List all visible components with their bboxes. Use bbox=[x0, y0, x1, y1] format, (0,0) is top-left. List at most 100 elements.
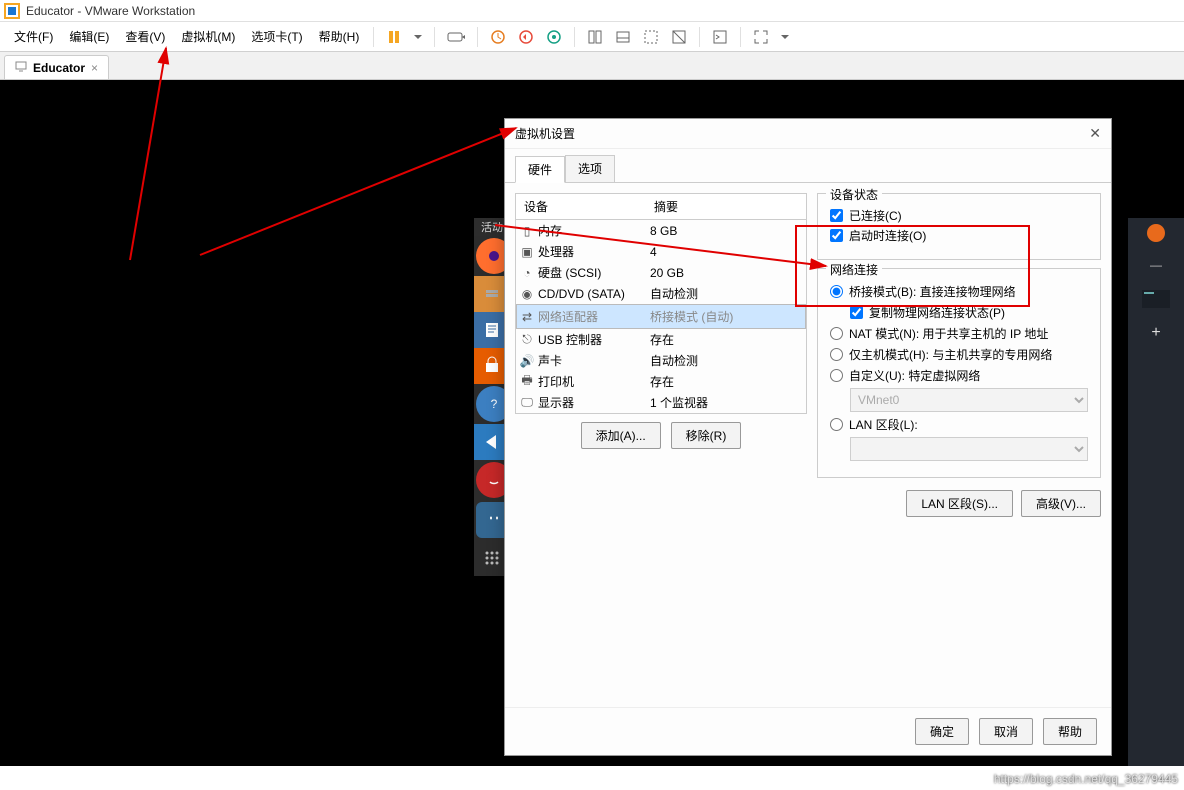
col-device: 设备 bbox=[516, 194, 646, 219]
device-name: 处理器 bbox=[538, 243, 574, 260]
connected-checkbox[interactable]: 已连接(C) bbox=[830, 207, 1088, 224]
dialog-title: 虚拟机设置 bbox=[515, 125, 575, 142]
lan-segments-button[interactable]: LAN 区段(S)... bbox=[906, 490, 1013, 517]
lan-segment-radio[interactable]: LAN 区段(L): bbox=[830, 416, 1088, 433]
bridged-radio[interactable]: 桥接模式(B): 直接连接物理网络 bbox=[830, 283, 1088, 300]
stretch-icon[interactable] bbox=[665, 25, 693, 49]
menu-help[interactable]: 帮助(H) bbox=[311, 24, 368, 49]
hardware-list-header: 设备 摘要 bbox=[516, 194, 806, 220]
help-button[interactable]: 帮助 bbox=[1043, 718, 1097, 745]
device-summary: 存在 bbox=[650, 373, 802, 390]
menu-view[interactable]: 查看(V) bbox=[117, 24, 173, 49]
device-icon: ▯ bbox=[520, 224, 534, 238]
vmware-icon bbox=[4, 3, 20, 19]
hardware-row[interactable]: ◉ CD/DVD (SATA) 自动检测 bbox=[516, 283, 806, 304]
hardware-row[interactable]: 🔊 声卡 自动检测 bbox=[516, 350, 806, 371]
tab-close-icon[interactable]: × bbox=[91, 61, 98, 75]
device-state-group: 设备状态 已连接(C) 启动时连接(O) bbox=[817, 193, 1101, 260]
separator bbox=[574, 27, 575, 47]
hardware-row[interactable]: ◔ 硬盘 (SCSI) 20 GB bbox=[516, 262, 806, 283]
tab-hardware[interactable]: 硬件 bbox=[515, 156, 565, 183]
remove-button[interactable]: 移除(R) bbox=[671, 422, 742, 449]
view-single-icon[interactable] bbox=[581, 25, 609, 49]
device-icon: ⎋ bbox=[520, 333, 534, 347]
replicate-checkbox[interactable]: 复制物理网络连接状态(P) bbox=[850, 304, 1088, 321]
view-thumbnail-icon[interactable] bbox=[609, 25, 637, 49]
hardware-buttons: 添加(A)... 移除(R) bbox=[515, 414, 807, 457]
cancel-button[interactable]: 取消 bbox=[979, 718, 1033, 745]
separator bbox=[699, 27, 700, 47]
tab-options[interactable]: 选项 bbox=[565, 155, 615, 182]
device-icon: ◔ bbox=[520, 266, 534, 280]
dialog-tabs: 硬件 选项 bbox=[505, 149, 1111, 183]
guest-right-panel: — + bbox=[1128, 218, 1184, 766]
device-icon: ⇄ bbox=[520, 310, 534, 324]
hostonly-radio[interactable]: 仅主机模式(H): 与主机共享的专用网络 bbox=[830, 346, 1088, 363]
close-icon[interactable]: ✕ bbox=[1089, 125, 1101, 142]
add-tab-icon[interactable]: + bbox=[1136, 322, 1176, 344]
custom-radio[interactable]: 自定义(U): 特定虚拟网络 bbox=[830, 367, 1088, 384]
tab-educator[interactable]: Educator × bbox=[4, 55, 109, 79]
network-legend: 网络连接 bbox=[826, 261, 882, 278]
fullscreen-icon[interactable] bbox=[747, 25, 775, 49]
tab-vm-icon bbox=[15, 60, 27, 75]
fit-icon[interactable] bbox=[637, 25, 665, 49]
separator bbox=[477, 27, 478, 47]
device-summary: 存在 bbox=[650, 331, 802, 348]
device-icon: ◉ bbox=[520, 287, 534, 301]
device-name: 打印机 bbox=[538, 373, 574, 390]
ok-button[interactable]: 确定 bbox=[915, 718, 969, 745]
menu-vm[interactable]: 虚拟机(M) bbox=[173, 24, 243, 49]
device-name: USB 控制器 bbox=[538, 331, 602, 348]
connect-at-poweron-checkbox[interactable]: 启动时连接(O) bbox=[830, 227, 1088, 244]
device-icon: 🖵 bbox=[520, 396, 534, 410]
vm-settings-dialog: 虚拟机设置 ✕ 硬件 选项 设备 摘要 ▯内存8 GB ▣ 处理器 4 ◔ 硬盘 (SCS… bbox=[504, 118, 1112, 756]
device-summary: 4 bbox=[650, 245, 802, 259]
svg-text:?: ? bbox=[491, 397, 498, 411]
terminal-thumb-icon[interactable] bbox=[1136, 288, 1176, 310]
dialog-titlebar: 虚拟机设置 ✕ bbox=[505, 119, 1111, 149]
network-connection-group: 网络连接 桥接模式(B): 直接连接物理网络 复制物理网络连接状态(P) NAT… bbox=[817, 268, 1101, 478]
manage-snapshots-icon[interactable] bbox=[540, 25, 568, 49]
guest-close-icon[interactable] bbox=[1147, 224, 1165, 242]
menu-file[interactable]: 文件(F) bbox=[6, 24, 61, 49]
device-summary: 自动检测 bbox=[650, 285, 802, 302]
custom-network-select: VMnet0 bbox=[850, 388, 1088, 412]
nat-radio[interactable]: NAT 模式(N): 用于共享主机的 IP 地址 bbox=[830, 325, 1088, 342]
device-name: 声卡 bbox=[538, 352, 562, 369]
menu-tabs[interactable]: 选项卡(T) bbox=[243, 24, 310, 49]
tab-label: Educator bbox=[33, 61, 85, 75]
hardware-row[interactable]: 🖵 显示器 1 个监视器 bbox=[516, 392, 806, 413]
device-icon: 🖶 bbox=[520, 375, 534, 389]
device-summary: 20 GB bbox=[650, 266, 802, 280]
col-summary: 摘要 bbox=[646, 194, 806, 219]
separator bbox=[740, 27, 741, 47]
hardware-row[interactable]: 🖶 打印机 存在 bbox=[516, 371, 806, 392]
device-state-legend: 设备状态 bbox=[826, 186, 882, 203]
hardware-row[interactable]: ⎋ USB 控制器 存在 bbox=[516, 329, 806, 350]
device-name: 显示器 bbox=[538, 394, 574, 411]
add-button[interactable]: 添加(A)... bbox=[581, 422, 661, 449]
hardware-row[interactable]: ▣ 处理器 4 bbox=[516, 241, 806, 262]
snapshot-icon[interactable] bbox=[484, 25, 512, 49]
device-name: CD/DVD (SATA) bbox=[538, 287, 625, 301]
dropdown-icon[interactable] bbox=[775, 25, 795, 49]
send-keys-icon[interactable] bbox=[441, 25, 471, 49]
advanced-button[interactable]: 高级(V)... bbox=[1021, 490, 1101, 517]
console-icon[interactable] bbox=[706, 25, 734, 49]
separator bbox=[373, 27, 374, 47]
hardware-row[interactable]: ▯内存8 GB bbox=[516, 220, 806, 241]
dropdown-icon[interactable] bbox=[408, 25, 428, 49]
device-summary: 1 个监视器 bbox=[650, 394, 802, 411]
device-summary: 自动检测 bbox=[650, 352, 802, 369]
minimize-icon[interactable]: — bbox=[1136, 254, 1176, 276]
pause-button[interactable] bbox=[380, 25, 408, 49]
device-icon: 🔊 bbox=[520, 354, 534, 368]
device-name: 硬盘 (SCSI) bbox=[538, 264, 601, 281]
menu-edit[interactable]: 编辑(E) bbox=[61, 24, 117, 49]
device-icon: ▣ bbox=[520, 245, 534, 259]
device-name: 网络适配器 bbox=[538, 308, 598, 325]
separator bbox=[434, 27, 435, 47]
revert-icon[interactable] bbox=[512, 25, 540, 49]
hardware-row[interactable]: ⇄网络适配器桥接模式 (自动) bbox=[516, 304, 806, 329]
